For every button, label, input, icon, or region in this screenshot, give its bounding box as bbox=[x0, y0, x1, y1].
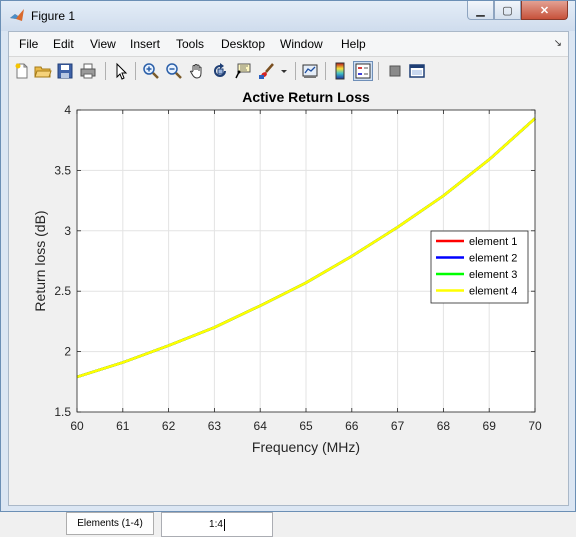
x-tick-label: 70 bbox=[528, 419, 542, 433]
open-folder-icon[interactable] bbox=[33, 61, 53, 81]
maximize-button[interactable]: ▢ bbox=[494, 1, 521, 20]
elements-button-label: Elements (1-4) bbox=[77, 518, 143, 529]
y-tick-label: 2 bbox=[64, 345, 71, 359]
insert-legend-icon[interactable] bbox=[353, 61, 373, 81]
text-caret bbox=[223, 518, 225, 531]
toolbar-separator bbox=[295, 62, 296, 80]
print-icon[interactable] bbox=[78, 61, 98, 81]
x-tick-label: 64 bbox=[254, 419, 268, 433]
data-cursor-icon[interactable] bbox=[233, 61, 253, 81]
elements-edit-field[interactable]: 1:4 bbox=[161, 512, 273, 537]
insert-colorbar-icon[interactable] bbox=[330, 61, 350, 81]
show-plot-tools-icon[interactable] bbox=[407, 61, 427, 81]
y-tick-label: 2.5 bbox=[54, 284, 71, 298]
x-tick-label: 63 bbox=[208, 419, 222, 433]
x-tick-label: 66 bbox=[345, 419, 359, 433]
x-tick-label: 69 bbox=[483, 419, 497, 433]
legend-label-1: element 1 bbox=[469, 236, 517, 248]
arrow-pointer-icon[interactable] bbox=[111, 61, 131, 81]
x-tick-label: 67 bbox=[391, 419, 405, 433]
new-figure-icon[interactable] bbox=[12, 61, 32, 81]
x-tick-label: 62 bbox=[162, 419, 176, 433]
y-tick-label: 4 bbox=[64, 103, 71, 117]
toolbar-separator bbox=[325, 62, 326, 80]
brush-dropdown-icon[interactable] bbox=[279, 61, 289, 81]
y-tick-label: 1.5 bbox=[54, 405, 71, 419]
minimize-button[interactable]: ▁ bbox=[467, 1, 494, 20]
menu-desktop[interactable]: Desktop bbox=[221, 37, 265, 51]
matlab-logo-icon bbox=[10, 9, 24, 21]
menu-insert[interactable]: Insert bbox=[130, 37, 160, 51]
toolbar-separator bbox=[105, 62, 106, 80]
figure-client-area: File Edit View Insert Tools Desktop Wind… bbox=[8, 31, 569, 537]
y-axis-label: Return loss (dB) bbox=[32, 210, 48, 311]
menu-edit[interactable]: Edit bbox=[53, 37, 74, 51]
menu-file[interactable]: File bbox=[19, 37, 38, 51]
legend-label-4: element 4 bbox=[469, 286, 517, 298]
figure-window: Figure 1 ▁ ▢ ✕ File Edit View Insert Too… bbox=[0, 0, 576, 537]
x-tick-label: 61 bbox=[116, 419, 130, 433]
close-button[interactable]: ✕ bbox=[521, 1, 568, 20]
minimize-icon: ▁ bbox=[476, 4, 485, 17]
maximize-icon: ▢ bbox=[502, 4, 513, 17]
close-icon: ✕ bbox=[539, 4, 550, 17]
zoom-out-icon[interactable] bbox=[164, 61, 184, 81]
title-bar[interactable]: Figure 1 ▁ ▢ ✕ bbox=[1, 1, 575, 31]
y-tick-label: 3.5 bbox=[54, 163, 71, 177]
menu-bar: File Edit View Insert Tools Desktop Wind… bbox=[9, 32, 568, 56]
x-tick-label: 65 bbox=[299, 419, 313, 433]
menu-tools[interactable]: Tools bbox=[176, 37, 204, 51]
menu-help[interactable]: Help bbox=[341, 37, 366, 51]
figure-toolbar bbox=[9, 56, 568, 86]
legend-label-2: element 2 bbox=[469, 253, 517, 265]
zoom-in-icon[interactable] bbox=[141, 61, 161, 81]
rotate-3d-icon[interactable] bbox=[210, 61, 230, 81]
menu-view[interactable]: View bbox=[90, 37, 116, 51]
x-tick-label: 60 bbox=[70, 419, 84, 433]
plot-panel: 60 61 62 63 64 65 66 67 68 69 70 1.5 2 2.5 3 3.5 4 Active… bbox=[9, 85, 568, 537]
dock-arrow-icon[interactable]: ↘ bbox=[554, 38, 562, 49]
x-tick-label: 68 bbox=[437, 419, 451, 433]
y-tick-label: 3 bbox=[64, 224, 71, 238]
toolbar-separator bbox=[378, 62, 379, 80]
toolbar-separator bbox=[135, 62, 136, 80]
save-icon[interactable] bbox=[55, 61, 75, 81]
pan-hand-icon[interactable] bbox=[187, 61, 207, 81]
link-plot-icon[interactable] bbox=[300, 61, 320, 81]
legend-label-3: element 3 bbox=[469, 269, 517, 281]
elements-button[interactable]: Elements (1-4) bbox=[66, 512, 154, 535]
plot-axes[interactable]: 60 61 62 63 64 65 66 67 68 69 70 1.5 2 2.5 3 3.5 4 Active… bbox=[9, 85, 568, 505]
window-title: Figure 1 bbox=[31, 9, 76, 23]
chart-title: Active Return Loss bbox=[242, 89, 370, 105]
menu-window[interactable]: Window bbox=[280, 37, 323, 51]
brush-icon[interactable] bbox=[257, 61, 277, 81]
x-axis-label: Frequency (MHz) bbox=[252, 439, 360, 455]
elements-edit-value: 1:4 bbox=[209, 519, 223, 530]
hide-plot-tools-icon[interactable] bbox=[385, 61, 405, 81]
